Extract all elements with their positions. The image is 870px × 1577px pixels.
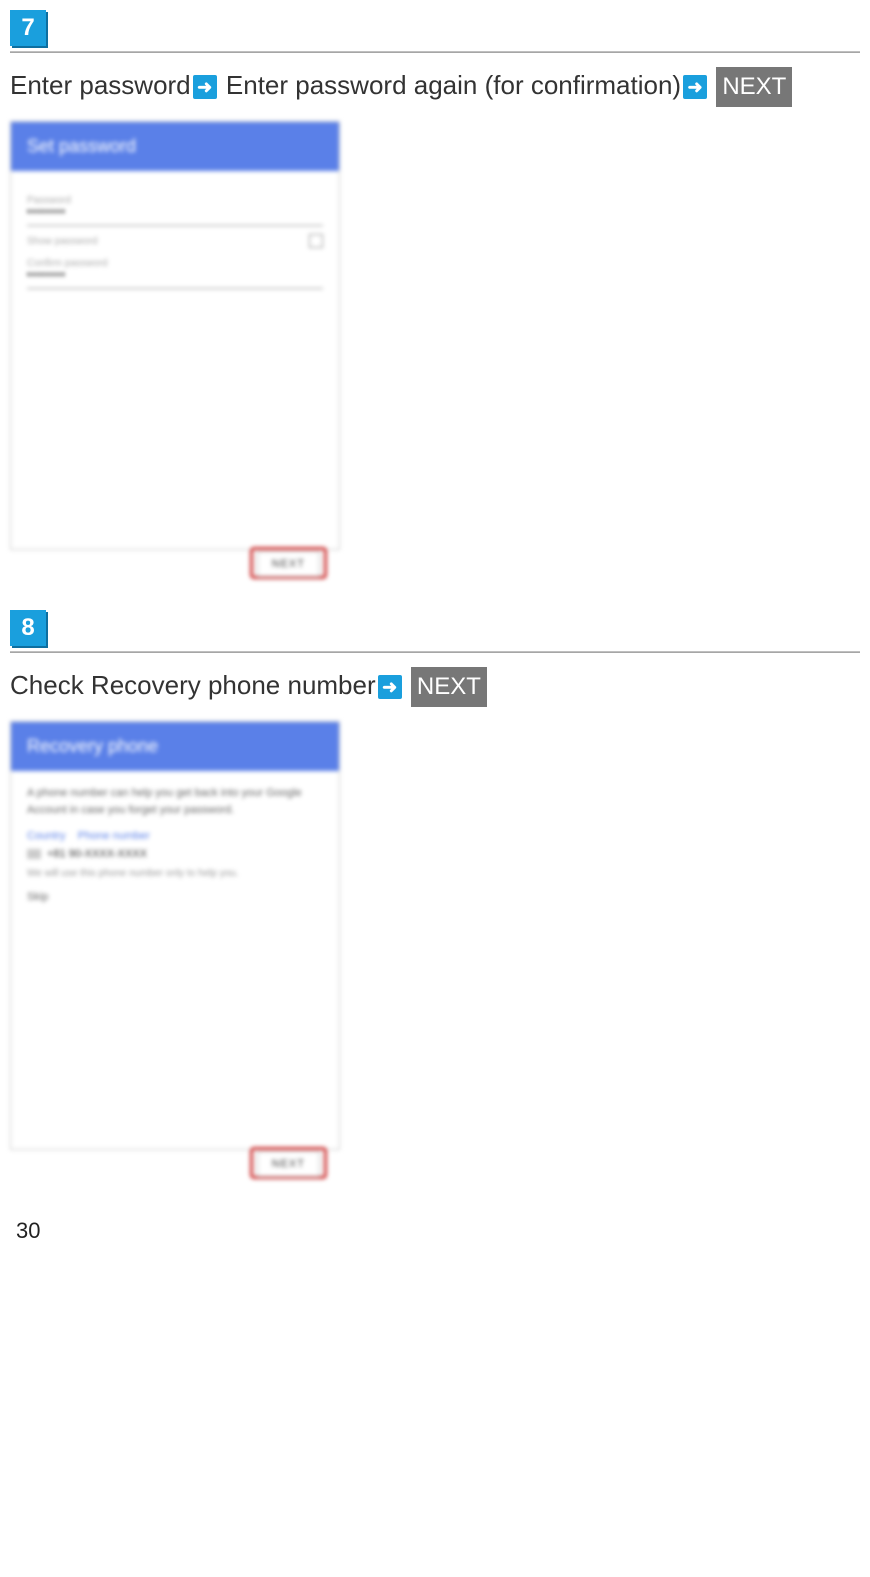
flag-icon (27, 849, 41, 859)
step-7-number: 7 (10, 10, 46, 46)
form-area: Password •••••••• Show password Confirm … (11, 171, 339, 531)
phone-note: We will use this phone number only to he… (27, 868, 323, 879)
page-number: 30 (10, 1210, 860, 1264)
step-8-divider (10, 651, 860, 653)
checkbox-icon[interactable] (309, 234, 323, 248)
step-7-text-1: Enter password (10, 70, 191, 100)
step-7-divider (10, 51, 860, 53)
arrow-right-icon: ➜ (683, 75, 707, 99)
highlight-box: NEXT (250, 547, 327, 579)
arrow-right-icon: ➜ (378, 675, 402, 699)
phone-screen: Set password Password •••••••• Show pass… (10, 121, 340, 550)
next-button-label: NEXT (716, 67, 792, 107)
show-password-label: Show password (27, 236, 98, 247)
confirm-password-label: Confirm password (27, 258, 323, 269)
password-label: Password (27, 195, 323, 206)
phone-row[interactable]: +81 90-XXXX-XXXX (27, 848, 323, 860)
phone-screen: Recovery phone A phone number can help y… (10, 721, 340, 1150)
screen-title: Set password (11, 122, 339, 171)
form-area: A phone number can help you get back int… (11, 771, 339, 1131)
confirm-password-input[interactable]: •••••••• (27, 269, 323, 289)
next-button-label: NEXT (411, 667, 487, 707)
step-7-instruction: Enter password➜ Enter password again (fo… (10, 63, 860, 111)
button-row: NEXT (11, 531, 339, 549)
phone-value: +81 90-XXXX-XXXX (47, 848, 147, 860)
step-7-screenshot: Set password Password •••••••• Show pass… (10, 121, 860, 550)
step-8-instruction: Check Recovery phone number➜ NEXT (10, 663, 860, 711)
button-row: NEXT (11, 1131, 339, 1149)
skip-link[interactable]: Skip (27, 891, 323, 903)
step-8-screenshot: Recovery phone A phone number can help y… (10, 721, 860, 1150)
next-button[interactable]: NEXT (257, 1151, 320, 1177)
step-8-header: 8 (10, 610, 860, 646)
step-8-text-1: Check Recovery phone number (10, 670, 376, 700)
country-label: Country (27, 830, 66, 842)
password-input[interactable]: •••••••• (27, 206, 323, 226)
show-password-row[interactable]: Show password (27, 234, 323, 248)
phone-number-label: Phone number (78, 830, 150, 842)
arrow-right-icon: ➜ (193, 75, 217, 99)
next-button[interactable]: NEXT (257, 551, 320, 577)
highlight-box: NEXT (250, 1147, 327, 1179)
screen-title: Recovery phone (11, 722, 339, 771)
step-7-text-2: Enter password again (for confirmation) (226, 70, 681, 100)
step-7-header: 7 (10, 10, 860, 46)
recovery-body: A phone number can help you get back int… (27, 785, 323, 818)
step-8-number: 8 (10, 610, 46, 646)
